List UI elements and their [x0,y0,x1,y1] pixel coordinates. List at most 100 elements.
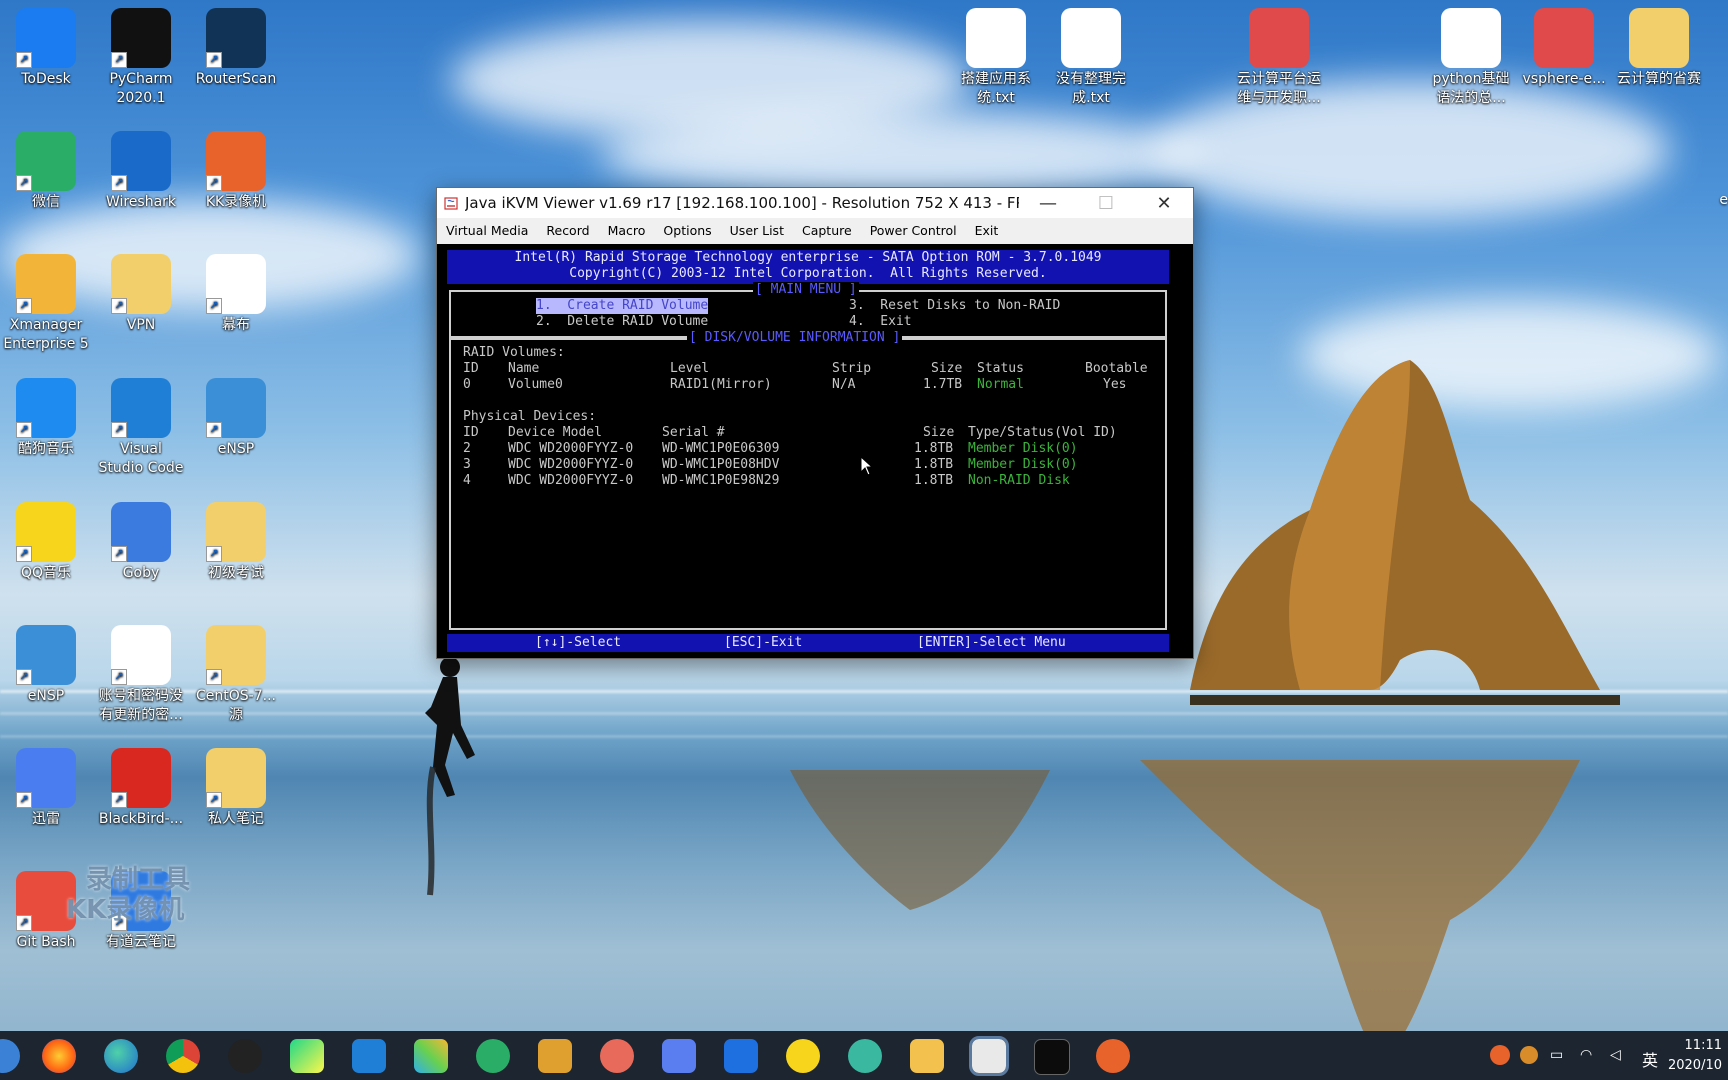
desktop-shortcut[interactable]: 云计算的省赛 [1613,8,1705,89]
shortcut-arrow-icon: ↗ [16,669,32,685]
vpn-folder-icon: ↗ [111,254,171,314]
desktop-shortcut[interactable]: ↗ eNSP [190,378,282,459]
phys-header-status: Type/Status(Vol ID) [968,425,1117,440]
photos-icon[interactable] [414,1039,448,1073]
footer-enter: [ENTER]-Select Menu [917,635,1066,650]
feishu-icon[interactable] [600,1039,634,1073]
desktop-shortcut[interactable]: ↗ 迅雷 [0,748,92,829]
menu-exit[interactable]: Exit [966,223,1008,238]
offscreen-icon-label: e [1719,192,1728,208]
sea-stack-rock [1190,360,1620,705]
notes-icon[interactable] [724,1039,758,1073]
edge-icon[interactable] [104,1039,138,1073]
desktop-shortcut[interactable]: vsphere-e... [1518,8,1610,89]
ensp-users-icon[interactable] [848,1039,882,1073]
desktop-shortcut[interactable]: ↗ 酷狗音乐 [0,378,92,459]
desktop-shortcut[interactable]: ↗ ToDesk [0,8,92,89]
tray-kk-icon[interactable] [1490,1045,1510,1065]
desktop-shortcut[interactable]: ↗ RouterScan [190,8,282,89]
clock[interactable]: 11:11 2020/10 [1668,1036,1722,1076]
minimize-button[interactable]: — [1019,188,1077,218]
desktop-shortcut[interactable]: ↗ 初级考试 [190,502,282,583]
main-menu-title: [ MAIN MENU ] [753,282,859,298]
desktop-shortcut[interactable]: ↗ 账号和密码没 有更新的密... [95,625,187,725]
menu-record[interactable]: Record [537,223,598,238]
menu-power-control[interactable]: Power Control [861,223,966,238]
desktop-shortcut[interactable]: ↗ VPN [95,254,187,335]
phys-size: 1.8TB [914,441,954,456]
shortcut-arrow-icon: ↗ [111,669,127,685]
desktop-shortcut[interactable]: ↗ Wireshark [95,131,187,212]
menu-reset-disks[interactable]: 3. Reset Disks to Non-RAID [849,298,1060,314]
pycharm-icon[interactable] [290,1039,324,1073]
desktop-shortcut[interactable]: ↗ 微信 [0,131,92,212]
start-button[interactable] [0,1039,20,1073]
ime-indicator[interactable]: 英 [1642,1047,1658,1071]
wifi-icon[interactable]: ◠ [1580,1047,1592,1063]
kvm-remote-screen[interactable]: Intel(R) Rapid Storage Technology enterp… [437,244,1193,658]
close-button[interactable]: ✕ [1135,188,1193,218]
desktop-shortcut[interactable]: 云计算平台运 维与开发职... [1233,8,1325,108]
desktop-shortcut[interactable]: python基础 语法的总... [1425,8,1517,108]
raid-status: Normal [977,377,1024,392]
battery-icon[interactable]: ▭ [1550,1047,1563,1063]
menu-macro[interactable]: Macro [599,223,655,238]
shortcut-arrow-icon: ↗ [16,52,32,68]
chrome-icon[interactable] [166,1039,200,1073]
desktop-shortcut[interactable]: 没有整理完 成.txt [1045,8,1137,108]
desktop-shortcut[interactable]: 搭建应用系 统.txt [950,8,1042,108]
raid-header-name: Name [508,361,540,376]
folder-icon: ↗ [206,748,266,808]
desktop-shortcut[interactable]: ↗ Xmanager Enterprise 5 [0,254,92,354]
shortcut-arrow-icon: ↗ [111,175,127,191]
maximize-button[interactable]: ☐ [1077,188,1135,218]
java-icon[interactable] [969,1036,1009,1076]
text-file-icon [1061,8,1121,68]
menu-exit-bios[interactable]: 4. Exit [849,314,912,330]
qq-icon[interactable] [228,1039,262,1073]
qqmusic-icon: ↗ [16,502,76,562]
qqmusic-icon[interactable] [786,1039,820,1073]
pen-icon[interactable] [662,1039,696,1073]
menu-capture[interactable]: Capture [793,223,861,238]
desktop-shortcut[interactable]: ↗ eNSP [0,625,92,706]
phys-model: WDC WD2000FYYZ-0 [508,457,634,472]
bios-header-line1: Intel(R) Rapid Storage Technology enterp… [514,250,1102,265]
firefox-icon[interactable] [42,1039,76,1073]
vscode-icon[interactable] [352,1039,386,1073]
desktop-shortcut[interactable]: ↗ KK录像机 [190,131,282,212]
desktop-shortcut[interactable]: ↗ QQ音乐 [0,502,92,583]
physical-devices-label: Physical Devices: [463,409,597,424]
menu-user-list[interactable]: User List [721,223,793,238]
phys-id: 2 [463,441,471,456]
desktop-shortcut[interactable]: ↗ PyCharm 2020.1 [95,8,187,108]
desktop-shortcut-label: vsphere-e... [1522,71,1606,87]
kk-recorder-icon: ↗ [206,131,266,191]
desktop-shortcut-label: 搭建应用系 统.txt [961,71,1031,106]
menu-delete-raid-volume[interactable]: 2. Delete RAID Volume [536,314,708,330]
menu-virtual-media[interactable]: Virtual Media [437,223,537,238]
ensp-icon[interactable] [538,1039,572,1073]
raid-strip: N/A [832,377,856,392]
desktop-shortcut[interactable]: ↗ Visual Studio Code [95,378,187,478]
raid-header-size: Size [931,361,963,376]
window-titlebar[interactable]: Java iKVM Viewer v1.69 r17 [192.168.100.… [437,188,1193,218]
desktop-shortcut[interactable]: ↗ 幕布 [190,254,282,335]
java-ikvm-viewer-window[interactable]: Java iKVM Viewer v1.69 r17 [192.168.100.… [436,187,1194,659]
terminal-icon[interactable] [1034,1039,1070,1075]
volume-icon[interactable]: ◁ [1610,1047,1621,1063]
shortcut-arrow-icon: ↗ [111,792,127,808]
file-explorer-icon[interactable] [910,1039,944,1073]
text-file-icon [966,8,1026,68]
menu-create-raid-volume[interactable]: 1. Create RAID Volume [536,298,709,314]
desktop-shortcut[interactable]: ↗ BlackBird-... [95,748,187,829]
tray-app-icon[interactable] [1520,1046,1538,1064]
desktop-shortcut[interactable]: ↗ Goby [95,502,187,583]
menu-options[interactable]: Options [654,223,720,238]
desktop-shortcut[interactable]: ↗ CentOS-7... 源 [190,625,282,725]
kk-recorder-icon[interactable] [1096,1039,1130,1073]
wechat-icon[interactable] [476,1039,510,1073]
desktop-shortcut-label: 私人笔记 [208,811,264,827]
desktop-shortcut[interactable]: ↗ 私人笔记 [190,748,282,829]
kk-recorder-watermark: 录制工具 KK录像机 [18,865,190,925]
